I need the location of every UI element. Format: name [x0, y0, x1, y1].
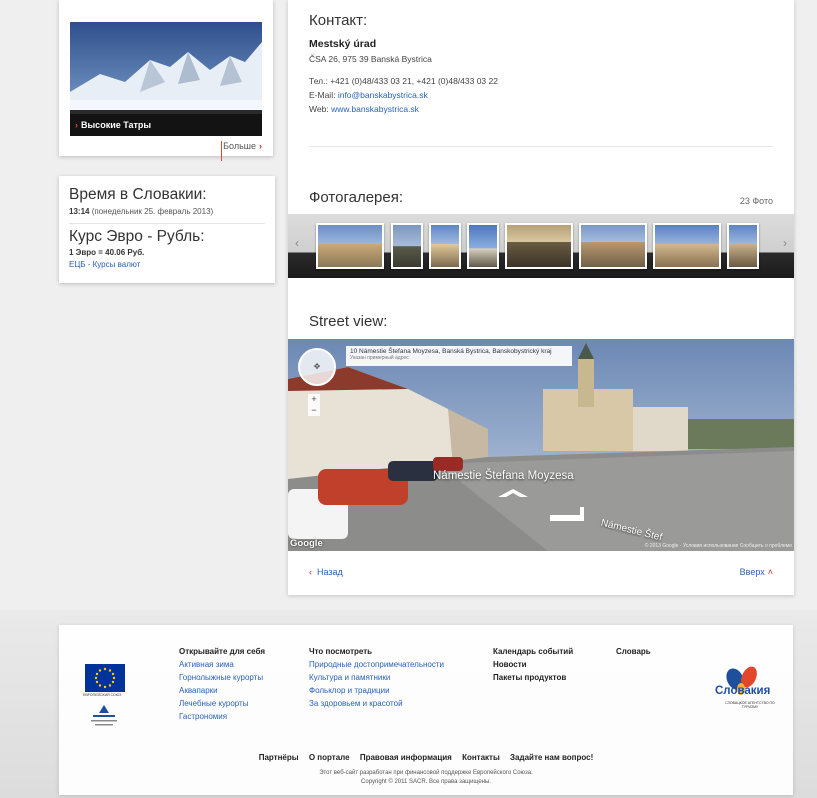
footer: ЕВРОПЕЙСКИЙ СОЮЗ Открывайте для себя Акт…	[59, 625, 793, 795]
footer-link[interactable]: Активная зима	[179, 658, 265, 671]
email-link[interactable]: info@banskabystrica.sk	[338, 90, 428, 100]
gallery-thumbnail[interactable]	[653, 223, 721, 269]
footer-link[interactable]: Аквапарки	[179, 684, 265, 697]
credit-line: Этот веб-сайт разработан при финансовой …	[319, 770, 533, 776]
footer-link[interactable]: Новости	[493, 658, 573, 671]
footer-link[interactable]: Гастрономия	[179, 710, 265, 723]
footer-bottom-link[interactable]: Партнёры	[259, 753, 299, 762]
contact-heading: Контакт:	[309, 12, 368, 29]
slovakia-logo-subtext: СЛОВАЦКОЕ АГЕНТСТВО ПО ТУРИЗМУ	[725, 701, 775, 709]
time-line: 13:14 (понедельник 25. февраль 2013)	[69, 207, 265, 216]
to-top-link[interactable]: Вверх ˄	[740, 567, 773, 577]
footer-column-head[interactable]: Что посмотреть	[309, 647, 372, 656]
contact-web-line: Web: www.banskabystrica.sk	[309, 104, 419, 114]
footer-link[interactable]: Культура и памятники	[309, 671, 444, 684]
footer-link[interactable]: Пакеты продуктов	[493, 671, 573, 684]
contact-phone: Тел.: +421 (0)48/433 03 21, +421 (0)48/4…	[309, 76, 498, 86]
gallery-count: 23 Фото	[739, 196, 773, 206]
compass-icon: ✥	[313, 362, 321, 371]
web-label: Web:	[309, 104, 329, 114]
slovakia-logo-text: Словакия	[715, 685, 771, 697]
address-text: 10 Námestie Štefana Moyzesa, Banská Byst…	[350, 348, 552, 355]
street-view-image	[288, 339, 794, 551]
divider	[69, 223, 265, 224]
chevron-right-icon: ›	[259, 141, 262, 151]
contact-name: Mestský úrad	[309, 38, 377, 50]
copyright-line: Copyright © 2011 SACR. Все права защищен…	[361, 779, 491, 785]
region-caption[interactable]: › Высокие Татры	[70, 114, 262, 136]
info-card: Время в Словакии: 13:14 (понедельник 25.…	[59, 176, 275, 283]
footer-column-head[interactable]: Словарь	[616, 647, 651, 656]
email-label: E-Mail:	[309, 90, 336, 100]
street-label: Námestie Štefana Moyzesa	[433, 470, 574, 482]
eu-flag-logo[interactable]	[85, 664, 125, 692]
zoom-control[interactable]: + −	[308, 394, 320, 416]
gallery-thumbnail[interactable]	[316, 223, 384, 269]
gallery-prev-button[interactable]: ‹	[290, 236, 304, 250]
ecb-rates-link[interactable]: ЕЦБ - Курсы валют	[69, 260, 265, 269]
more-link[interactable]: Больше ›	[223, 141, 262, 151]
rate-title: Курс Эвро - Рубль:	[69, 228, 205, 245]
gallery-thumbnail[interactable]	[429, 223, 461, 269]
divider	[221, 141, 222, 161]
street-view-address: 10 Námestie Štefana Moyzesa, Banská Byst…	[346, 346, 572, 366]
divider	[309, 146, 773, 147]
region-card: › Высокие Татры Больше ›	[59, 0, 273, 161]
chevron-right-icon: ›	[75, 120, 78, 130]
chevron-left-icon: ‹	[309, 567, 312, 577]
gallery-thumbnail[interactable]	[727, 223, 759, 269]
footer-bottom-link[interactable]: Правовая информация	[360, 753, 452, 762]
footer-column-see: Что посмотреть Природные достопримечател…	[309, 645, 444, 710]
footer-link[interactable]: Лечебные курорты	[179, 697, 265, 710]
footer-bottom-link[interactable]: Задайте нам вопрос!	[510, 753, 593, 762]
gallery-heading: Фотогалерея:	[309, 189, 404, 206]
contact-address: ČSA 26, 975 39 Banská Bystrica	[309, 54, 432, 64]
gallery-thumbnail[interactable]	[579, 223, 647, 269]
gallery-next-button[interactable]: ›	[778, 236, 792, 250]
gallery-thumbnail[interactable]	[467, 223, 499, 269]
map-copyright: © 2013 Google · Условия использования Со…	[644, 543, 792, 549]
google-logo[interactable]: Google	[290, 538, 323, 549]
slovakia-logo-mark[interactable]	[713, 645, 785, 721]
footer-link[interactable]: За здоровьем и красотой	[309, 697, 444, 710]
footer-column-head[interactable]: Календарь событий	[493, 647, 573, 656]
footer-link[interactable]: Фольклор и традиции	[309, 684, 444, 697]
back-label: Назад	[317, 567, 343, 577]
time-title: Время в Словакии:	[69, 186, 207, 203]
compass-control[interactable]: ✥	[298, 348, 336, 386]
more-label: Больше	[223, 141, 256, 151]
footer-column-events: Календарь событий Новости Пакеты продукт…	[493, 645, 573, 684]
to-top-label: Вверх	[739, 567, 765, 577]
footer-credit: Этот веб-сайт разработан при финансовой …	[59, 769, 793, 787]
eu-caption: ЕВРОПЕЙСКИЙ СОЮЗ	[83, 693, 122, 697]
web-link[interactable]: www.banskabystrica.sk	[331, 104, 419, 114]
eu-fund-logo[interactable]	[89, 701, 119, 729]
footer-link[interactable]: Горнолыжные курорты	[179, 671, 265, 684]
contact-email-line: E-Mail: info@banskabystrica.sk	[309, 90, 428, 100]
eu-stars-icon	[94, 667, 116, 689]
gallery-thumbnail[interactable]	[391, 223, 423, 269]
gallery-thumbnail[interactable]	[505, 223, 573, 269]
footer-column-dictionary: Словарь	[616, 645, 651, 658]
time-value: 13:14	[69, 207, 90, 216]
chevron-up-icon: ˄	[767, 567, 773, 577]
gallery-strip: ‹ ›	[288, 214, 794, 278]
main-content: Контакт: Mestský úrad ČSA 26, 975 39 Ban…	[288, 0, 794, 595]
footer-column-discover: Открывайте для себя Активная зима Горнол…	[179, 645, 265, 723]
footer-link[interactable]: Природные достопримечательности	[309, 658, 444, 671]
footer-bottom-link[interactable]: Контакты	[462, 753, 500, 762]
region-photo[interactable]: › Высокие Татры	[70, 22, 262, 136]
footer-bottom-link[interactable]: О портале	[309, 753, 350, 762]
region-caption-label: Высокие Татры	[81, 120, 152, 130]
rate-value: 1 Эвро = 40.06 Руб.	[69, 248, 145, 257]
footer-column-head[interactable]: Открывайте для себя	[179, 647, 265, 656]
address-hint: Указан примерный адрес	[350, 355, 409, 361]
street-view-panorama[interactable]: ✥ + − 10 Námestie Štefana Moyzesa, Banská…	[288, 339, 794, 551]
back-link[interactable]: ‹ Назад	[309, 567, 343, 577]
time-date: (понедельник 25. февраль 2013)	[91, 207, 214, 216]
footer-bottom-links: Партнёры О портале Правовая информация К…	[59, 753, 793, 762]
street-view-heading: Street view:	[309, 313, 388, 330]
